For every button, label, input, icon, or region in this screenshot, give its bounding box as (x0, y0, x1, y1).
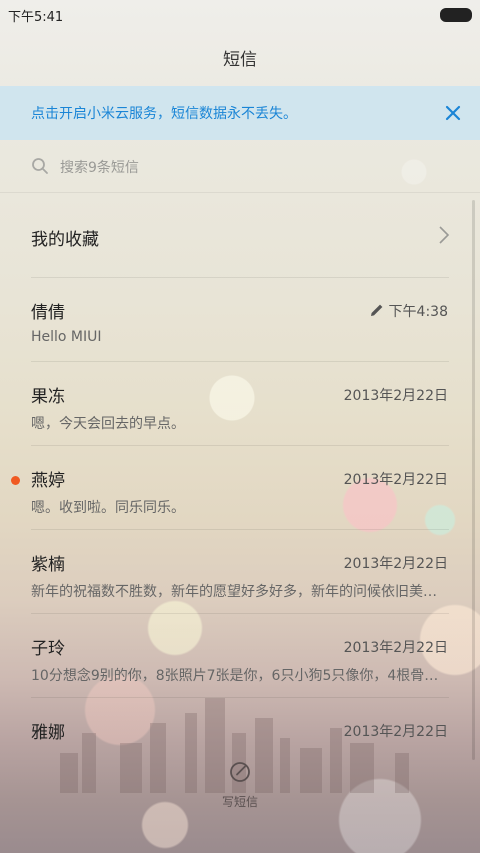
scrollbar[interactable] (472, 200, 475, 760)
battery-icon (440, 8, 472, 22)
message-time: 2013年2月22日 (343, 472, 448, 488)
message-time: 2013年2月22日 (343, 388, 448, 404)
contact-name: 雅娜 (31, 723, 65, 743)
status-time: 下午5:41 (8, 10, 64, 25)
message-time: 下午4:38 (388, 304, 448, 320)
conversation-item[interactable]: 倩倩 下午4:38 Hello MIUI (0, 278, 470, 362)
contact-name: 果冻 (31, 387, 65, 407)
conversation-item[interactable]: 燕婷 2013年2月22日 嗯。收到啦。同乐同乐。 (0, 446, 470, 530)
conversation-item[interactable]: 紫楠 2013年2月22日 新年的祝福数不胜数，新年的愿望好多好多，新年的问候依… (0, 530, 470, 614)
cloud-service-banner[interactable]: 点击开启小米云服务，短信数据永不丢失。 (0, 86, 480, 140)
compose-icon (230, 762, 250, 782)
compose-label: 写短信 (221, 795, 258, 809)
contact-name: 紫楠 (31, 555, 65, 575)
search-input[interactable] (58, 154, 442, 182)
status-bar: 下午5:41 (0, 0, 480, 28)
favorites-label: 我的收藏 (31, 230, 99, 250)
message-preview: Hello MIUI (31, 329, 102, 345)
message-time: 2013年2月22日 (343, 640, 448, 656)
message-time: 2013年2月22日 (343, 556, 448, 572)
search-icon (32, 158, 48, 174)
close-icon[interactable] (440, 100, 466, 126)
contact-name: 燕婷 (31, 471, 65, 491)
message-time: 2013年2月22日 (343, 724, 448, 740)
message-preview: 嗯，今天会回去的早点。 (31, 416, 185, 432)
unread-indicator (11, 476, 20, 485)
contact-name: 子玲 (31, 639, 65, 659)
contact-name: 倩倩 (31, 303, 65, 323)
sms-screen: 下午5:41 短信 点击开启小米云服务，短信数据永不丢失。 我的收藏 倩倩 (0, 0, 480, 853)
conversation-item[interactable]: 果冻 2013年2月22日 嗯，今天会回去的早点。 (0, 362, 470, 446)
title-bar: 短信 (0, 28, 480, 86)
cloud-banner-text[interactable]: 点击开启小米云服务，短信数据永不丢失。 (31, 103, 297, 123)
message-preview: 10分想念9别的你，8张照片7张是你，6只小狗5只像你，4根骨… (31, 668, 439, 684)
chevron-right-icon (439, 226, 450, 244)
search-bar[interactable] (0, 142, 480, 193)
conversation-item[interactable]: 子玲 2013年2月22日 10分想念9别的你，8张照片7张是你，6只小狗5只像… (0, 614, 470, 698)
pencil-draft-icon (371, 304, 383, 316)
page-title: 短信 (223, 49, 257, 70)
compose-button[interactable]: 写短信 (200, 758, 280, 818)
message-preview: 新年的祝福数不胜数，新年的愿望好多好多，新年的问候依旧美… (31, 584, 437, 600)
message-preview: 嗯。收到啦。同乐同乐。 (31, 500, 185, 516)
favorites-row[interactable]: 我的收藏 (0, 194, 480, 278)
